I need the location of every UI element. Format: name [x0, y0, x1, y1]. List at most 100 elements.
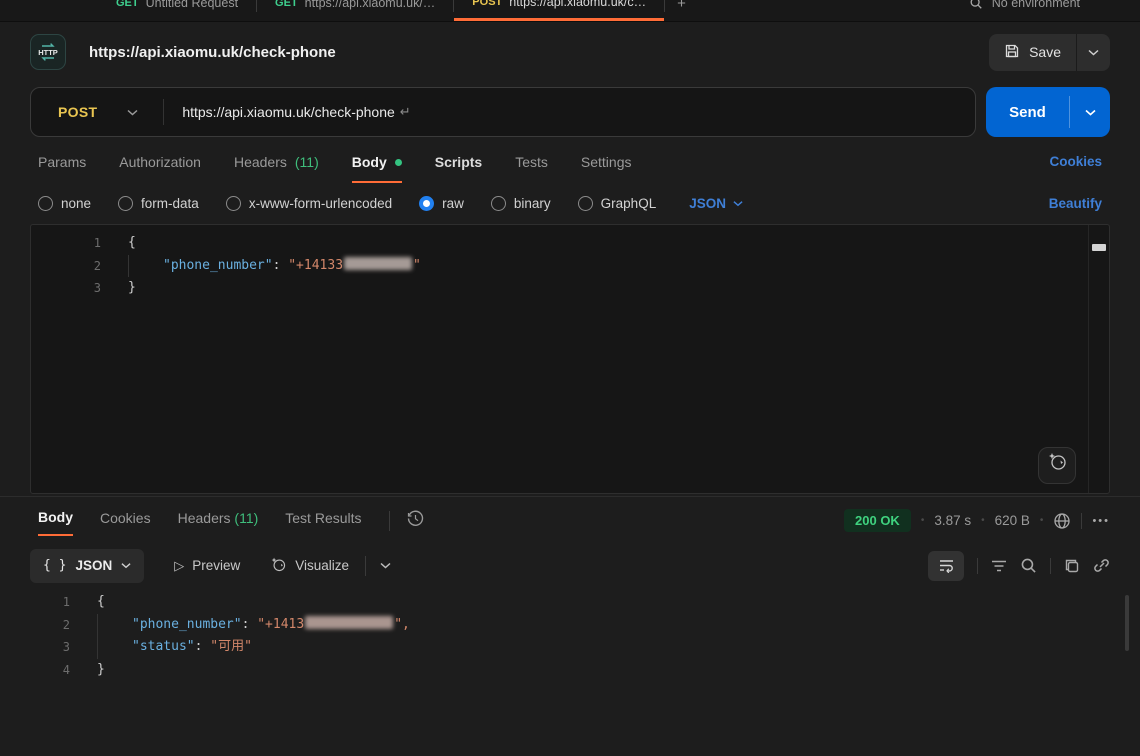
code-line: 2 "phone_number": "+14133" [31, 255, 1109, 278]
filter-icon[interactable] [991, 559, 1007, 573]
save-options-button[interactable] [1077, 34, 1110, 71]
cookies-link[interactable]: Cookies [1049, 154, 1102, 169]
tab-label: Tests [515, 154, 548, 170]
chevron-down-icon[interactable] [127, 109, 138, 116]
tab-label: Headers [234, 154, 287, 170]
tab-params[interactable]: Params [38, 154, 86, 181]
svg-text:HTTP: HTTP [38, 48, 58, 57]
link-icon[interactable] [1093, 557, 1110, 574]
method-selector[interactable]: POST [31, 104, 97, 120]
code-text: } [97, 659, 105, 682]
tab-tests[interactable]: Tests [515, 154, 548, 181]
send-button[interactable]: Send [986, 87, 1069, 137]
line-number: 3 [31, 277, 101, 300]
save-button[interactable]: Save [989, 34, 1076, 71]
scrollbar-thumb[interactable] [1125, 595, 1129, 651]
format-label: JSON [75, 558, 112, 573]
tab-authorization[interactable]: Authorization [119, 154, 201, 181]
postbot-button[interactable] [1038, 447, 1076, 484]
magic-sparkle-icon [1047, 451, 1068, 481]
line-number: 2 [0, 614, 70, 637]
divider [977, 558, 978, 574]
new-tab-button[interactable]: + [665, 0, 698, 12]
radio-none[interactable]: none [38, 196, 91, 211]
response-history-icon[interactable] [406, 509, 425, 533]
url-row: POST https://api.xiaomu.uk/check-phone ↵… [30, 87, 1110, 137]
tab-body[interactable]: Body [352, 154, 402, 183]
tab-headers[interactable]: Headers (11) [234, 154, 319, 181]
tab-settings[interactable]: Settings [581, 154, 632, 181]
tab-label: Headers [178, 510, 231, 526]
word-wrap-toggle[interactable] [928, 551, 964, 581]
tab-method-badge: GET [275, 0, 298, 9]
radio-graphql[interactable]: GraphQL [578, 196, 657, 211]
radio-form-data[interactable]: form-data [118, 196, 199, 211]
tab-label: Settings [581, 154, 632, 170]
response-tab-headers[interactable]: Headers (11) [178, 510, 259, 535]
more-formats-button[interactable] [380, 562, 391, 569]
copy-icon[interactable] [1064, 558, 1080, 574]
search-icon[interactable] [969, 0, 983, 10]
response-tab-test-results[interactable]: Test Results [285, 510, 361, 535]
radio-binary[interactable]: binary [491, 196, 551, 211]
network-globe-icon[interactable] [1053, 512, 1071, 530]
tab-label: Body [352, 154, 387, 170]
response-tab-bar: Body Cookies Headers (11) Test Results [38, 509, 389, 536]
tab-label: https://api.xiaomu.uk/… [305, 0, 436, 10]
radio-raw[interactable]: raw [419, 196, 464, 211]
radio-circle [226, 196, 241, 211]
url-input[interactable]: https://api.xiaomu.uk/check-phone [182, 104, 394, 120]
beautify-link[interactable]: Beautify [1049, 196, 1102, 211]
divider [365, 556, 366, 576]
format-label: JSON [689, 196, 726, 211]
radio-circle [118, 196, 133, 211]
line-number: 3 [0, 636, 70, 659]
search-icon[interactable] [1020, 557, 1037, 574]
radio-circle-selected [419, 196, 434, 211]
preview-button[interactable]: ▷ Preview [174, 558, 240, 574]
response-tab-cookies[interactable]: Cookies [100, 510, 151, 535]
response-format-dropdown[interactable]: { } JSON [30, 549, 144, 583]
request-tab-2[interactable]: GET https://api.xiaomu.uk/… [257, 0, 453, 21]
separator-dot: • [921, 515, 925, 526]
visualize-button[interactable]: Visualize [270, 556, 349, 576]
request-body-editor[interactable]: 1 { 2 "phone_number": "+14133" 3 } [30, 224, 1110, 494]
environment-selector[interactable]: No environment [992, 0, 1080, 10]
radio-label: GraphQL [601, 196, 657, 211]
radio-label: none [61, 196, 91, 211]
code-line: 3 } [31, 277, 1109, 300]
scrollbar-thumb[interactable] [1092, 244, 1106, 251]
code-line: 3 "status": "可用" [0, 636, 1140, 659]
tab-label: https://api.xiaomu.uk/c… [509, 0, 646, 9]
radio-urlencoded[interactable]: x-www-form-urlencoded [226, 196, 392, 211]
request-title: https://api.xiaomu.uk/check-phone [89, 44, 336, 61]
code-line: 2 "phone_number": "+1413", [0, 614, 1140, 637]
tab-scripts[interactable]: Scripts [435, 154, 482, 181]
response-tab-body[interactable]: Body [38, 509, 73, 536]
send-options-button[interactable] [1070, 87, 1110, 137]
code-line: 1 { [0, 591, 1140, 614]
line-number: 1 [31, 232, 101, 255]
chevron-down-icon [1085, 109, 1096, 116]
tab-label: Scripts [435, 154, 482, 170]
response-action-icons [928, 551, 1110, 581]
response-status-group: 200 OK • 3.87 s • 620 B • ••• [844, 509, 1110, 532]
return-key-icon: ↵ [400, 104, 411, 120]
format-dropdown[interactable]: JSON [689, 196, 743, 211]
response-time: 3.87 s [934, 513, 971, 528]
more-options-icon[interactable]: ••• [1092, 515, 1110, 527]
request-tab-1[interactable]: GET Untitled Request [98, 0, 256, 21]
radio-circle [491, 196, 506, 211]
chevron-down-icon [733, 200, 743, 207]
code-text: { [97, 591, 105, 614]
response-body-viewer[interactable]: 1 { 2 "phone_number": "+1413", 3 "status… [0, 591, 1140, 681]
separator-dot: • [1040, 515, 1044, 526]
radio-label: form-data [141, 196, 199, 211]
http-request-icon: HTTP [30, 34, 66, 70]
chevron-down-icon [1088, 49, 1099, 56]
redacted-value [305, 616, 393, 629]
status-badge: 200 OK [844, 509, 911, 532]
code-line: 4 } [0, 659, 1140, 682]
request-tab-3-active[interactable]: POST https://api.xiaomu.uk/c… [454, 0, 664, 21]
code-text: "phone_number": "+1413", [97, 614, 410, 637]
